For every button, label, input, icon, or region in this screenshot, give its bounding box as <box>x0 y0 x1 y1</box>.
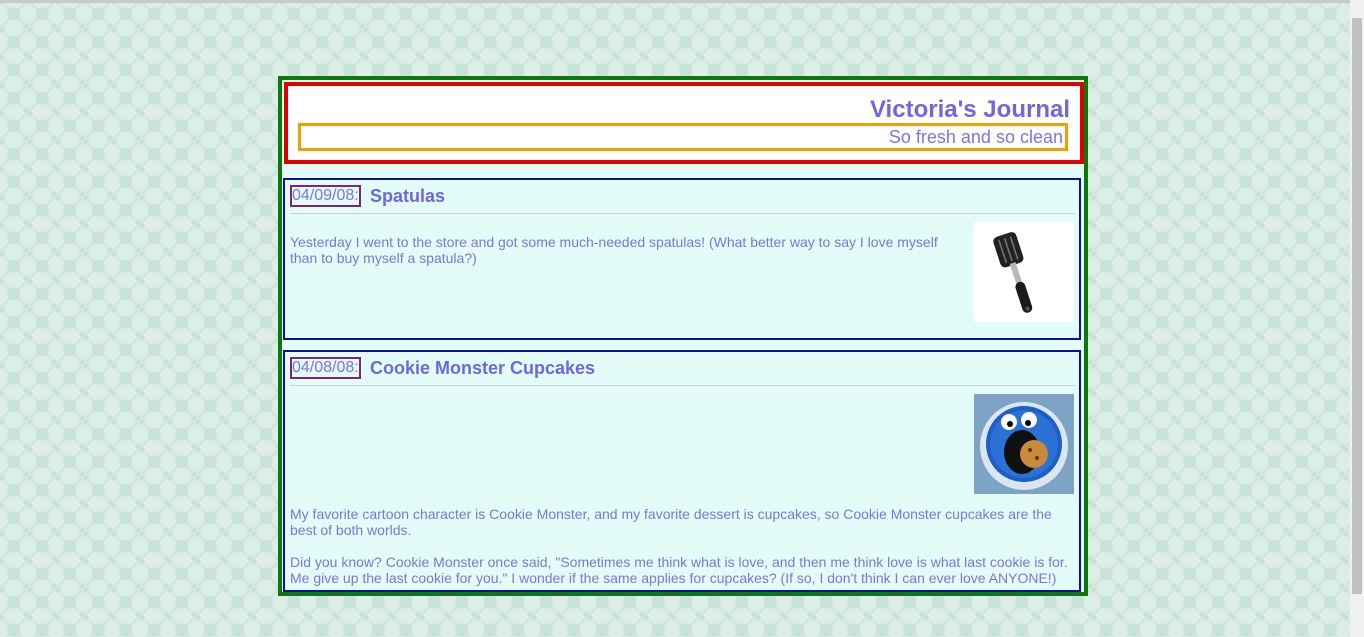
spatula-image <box>974 222 1074 322</box>
post-body: My favorite cartoon character is Cookie … <box>290 506 1075 586</box>
post-title: Spatulas <box>370 186 446 206</box>
post-spatulas: 04/09/08: Spatulas Yesterday I went to t… <box>283 178 1081 340</box>
subtitle-box: So fresh and so clean <box>298 123 1068 151</box>
journal-subtitle: So fresh and so clean <box>888 127 1063 147</box>
post-date: 04/09/08: <box>290 185 361 207</box>
post-header: 04/08/08: Cookie Monster Cupcakes <box>290 357 1075 386</box>
post-paragraph: Yesterday I went to the store and got so… <box>290 234 938 266</box>
vertical-scrollbar[interactable] <box>1350 0 1364 637</box>
browser-top-edge <box>0 0 1364 3</box>
cookie-monster-cupcake-image <box>974 394 1074 494</box>
scrollbar-thumb[interactable] <box>1352 18 1362 594</box>
post-header: 04/09/08: Spatulas <box>290 185 1075 214</box>
journal-container: Victoria's Journal So fresh and so clean… <box>278 76 1088 596</box>
post-title: Cookie Monster Cupcakes <box>370 358 596 378</box>
post-paragraph: Did you know? Cookie Monster once said, … <box>290 554 1068 586</box>
post-date: 04/08/08: <box>290 357 361 379</box>
journal-title: Victoria's Journal <box>869 96 1070 123</box>
post-cookie-monster-cupcakes: 04/08/08: Cookie Monster Cupcakes My fav… <box>283 350 1081 592</box>
journal-header: Victoria's Journal So fresh and so clean <box>284 82 1084 164</box>
post-body: Yesterday I went to the store and got so… <box>290 234 950 266</box>
post-paragraph: My favorite cartoon character is Cookie … <box>290 506 1052 538</box>
